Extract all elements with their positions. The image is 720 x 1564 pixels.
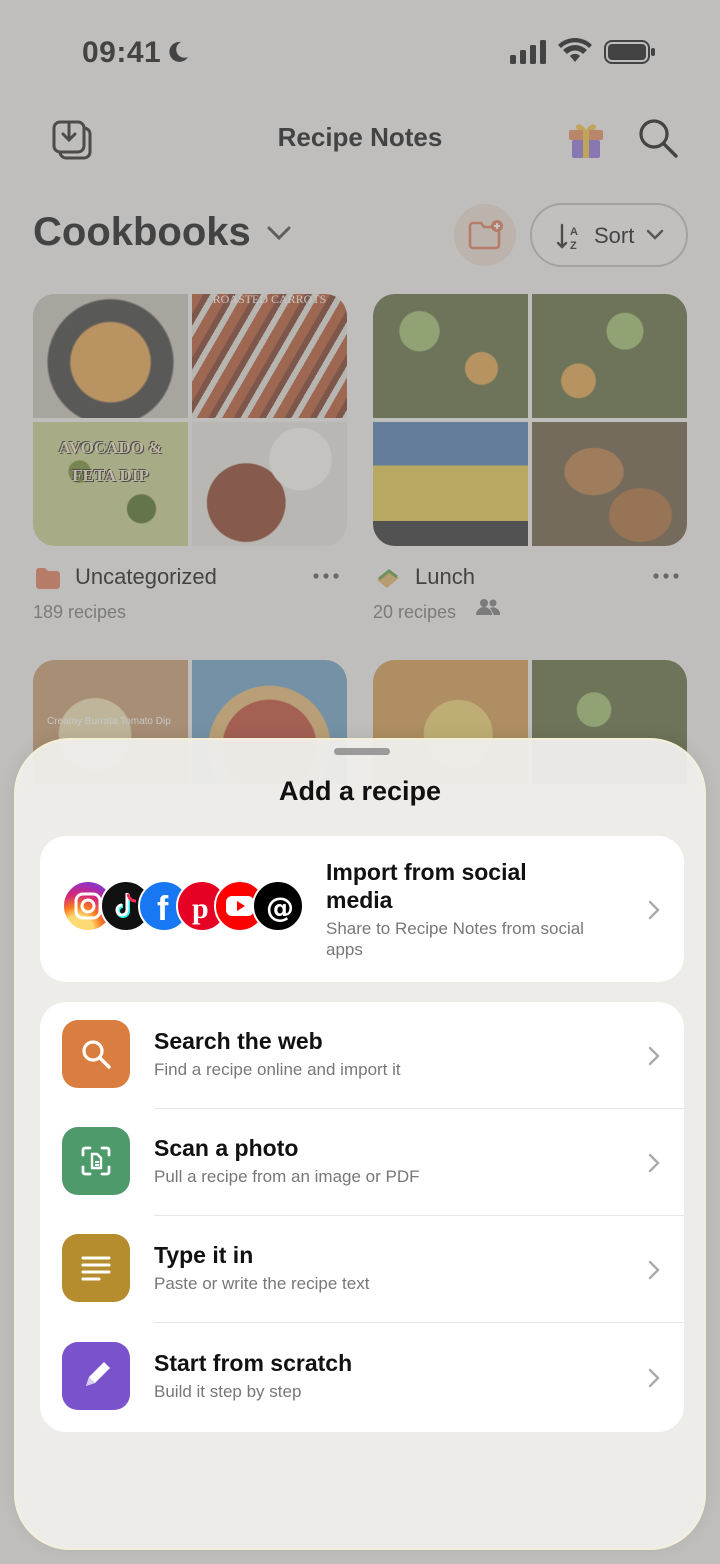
option-subtitle: Paste or write the recipe text bbox=[154, 1274, 370, 1293]
pencil-icon bbox=[86, 1362, 110, 1386]
svg-text:p: p bbox=[192, 892, 209, 925]
import-social-media-button[interactable]: f p @ Import from social media Share to … bbox=[40, 836, 684, 982]
svg-text:f: f bbox=[157, 890, 169, 928]
svg-text:@: @ bbox=[266, 891, 294, 924]
text-lines-icon bbox=[81, 1256, 111, 1281]
option-title: Scan a photo bbox=[154, 1135, 299, 1161]
search-icon bbox=[82, 1040, 111, 1069]
option-title: Start from scratch bbox=[154, 1350, 353, 1376]
option-subtitle: Build it step by step bbox=[154, 1382, 302, 1401]
scratch-option-tile bbox=[62, 1342, 130, 1410]
type-it-in-option[interactable]: Type it in Paste or write the recipe tex… bbox=[40, 1216, 684, 1323]
chevron-right-icon bbox=[648, 1260, 660, 1280]
chevron-right-icon bbox=[648, 1368, 660, 1388]
sheet-title: Add a recipe bbox=[278, 776, 442, 806]
start-from-scratch-option[interactable]: Start from scratch Build it step by step bbox=[40, 1324, 684, 1431]
social-icons-group: f p @ bbox=[62, 880, 304, 936]
option-title: Search the web bbox=[154, 1028, 323, 1054]
social-import-subtitle: Share to Recipe Notes from social apps bbox=[326, 919, 584, 959]
sheet-grabber[interactable] bbox=[334, 748, 390, 755]
search-web-option[interactable]: Search the web Find a recipe online and … bbox=[40, 1002, 684, 1109]
scan-photo-option[interactable]: Scan a photo Pull a recipe from an image… bbox=[40, 1109, 684, 1216]
add-recipe-sheet: Add a recipe f p @ Import from social me… bbox=[14, 738, 706, 1550]
type-option-tile bbox=[62, 1234, 130, 1302]
chevron-right-icon bbox=[648, 1153, 660, 1173]
search-option-tile bbox=[62, 1020, 130, 1088]
scan-icon bbox=[81, 1146, 111, 1176]
option-subtitle: Pull a recipe from an image or PDF bbox=[154, 1167, 420, 1186]
divider bbox=[154, 1322, 684, 1323]
threads-icon: @ bbox=[252, 880, 304, 932]
add-options-list: Search the web Find a recipe online and … bbox=[40, 1002, 684, 1432]
chevron-right-icon bbox=[648, 1046, 660, 1066]
chevron-right-icon bbox=[648, 900, 660, 920]
option-subtitle: Find a recipe online and import it bbox=[154, 1060, 401, 1079]
option-title: Type it in bbox=[154, 1242, 254, 1268]
social-import-title: Import from social media bbox=[326, 859, 527, 913]
scan-option-tile bbox=[62, 1127, 130, 1195]
